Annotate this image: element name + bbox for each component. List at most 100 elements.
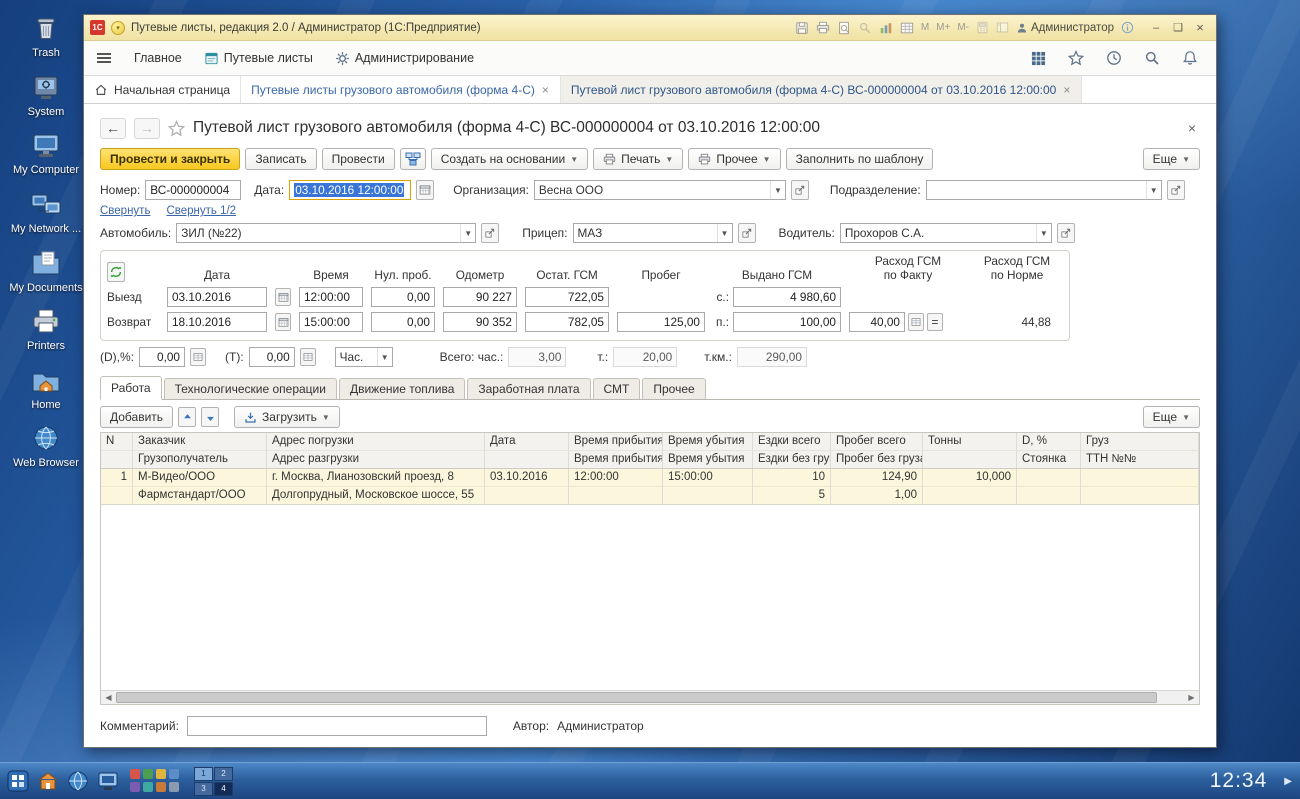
departure-calendar-button[interactable] [275,288,291,306]
close-tab-icon[interactable]: × [541,83,550,97]
number-field[interactable]: ВС-000000004 [145,180,241,200]
quick-launch-icon[interactable] [156,782,166,792]
menu-waybills[interactable]: Путевые листы [198,47,319,70]
desktop-icon-my-computer[interactable]: My Computer [4,131,88,177]
horizontal-scrollbar[interactable]: ◀ ▶ [101,690,1199,704]
quick-launch-icon[interactable] [143,782,153,792]
home-folder-icon[interactable] [36,769,60,793]
departure-fuel-rest-field[interactable]: 722,05 [525,287,609,307]
workspace-pager[interactable]: 1 2 3 4 [194,767,233,796]
minimize-button[interactable]: – [1146,19,1166,37]
desktop-icon-my-network[interactable]: My Network ... [4,190,88,236]
show-desktop-icon[interactable] [96,769,120,793]
main-menu-button[interactable]: ▾ [111,21,125,35]
departure-odometer-field[interactable]: 90 227 [443,287,517,307]
tab-fuel-movement[interactable]: Движение топлива [339,378,465,399]
close-document-icon[interactable]: × [1184,120,1200,136]
driver-open-button[interactable] [1057,223,1075,243]
print-preview-icon[interactable] [837,21,851,35]
tab-work[interactable]: Работа [100,376,162,400]
driver-field[interactable]: Прохоров С.А. ▼ [840,223,1052,243]
refresh-button[interactable] [107,262,125,282]
unit-select[interactable]: Час. ▼ [335,347,393,367]
menu-administration[interactable]: Администрирование [329,47,480,70]
print-menu-button[interactable]: Печать▼ [593,148,683,170]
post-and-close-button[interactable]: Провести и закрыть [100,148,240,170]
department-field[interactable]: ▼ [926,180,1162,200]
close-tab-icon[interactable]: × [1062,83,1071,97]
return-fuel-given-field[interactable]: 100,00 [733,312,841,332]
tab-smt[interactable]: СМТ [593,378,641,399]
work-more-button[interactable]: Еще▼ [1143,406,1200,428]
create-based-on-button[interactable]: Создать на основании▼ [431,148,588,170]
caret-down-icon[interactable]: ▼ [717,224,732,242]
chart-icon[interactable] [879,21,893,35]
date-field[interactable]: 03.10.2016 12:00:00 [289,180,411,200]
desktop-icon-web-browser[interactable]: Web Browser [4,424,88,470]
caret-down-icon[interactable]: ▼ [1036,224,1051,242]
tab-waybill-list[interactable]: Путевые листы грузового автомобиля (форм… [241,76,561,103]
tab-home-page[interactable]: Начальная страница [84,76,241,103]
quick-launch-icon[interactable] [169,769,179,779]
departure-date-field[interactable]: 03.10.2016 [167,287,267,307]
return-zero-run-field[interactable]: 0,00 [371,312,435,332]
quick-launch-cluster[interactable] [130,769,180,793]
coef-d-field[interactable]: 0,00 [139,347,185,367]
other-menu-button[interactable]: Прочее▼ [688,148,780,170]
collapse-half-link[interactable]: Свернуть 1/2 [166,205,236,217]
workspace-1[interactable]: 1 [194,767,213,781]
back-button[interactable]: ← [100,118,126,139]
coef-t-field[interactable]: 0,00 [249,347,295,367]
desktop-icon-my-documents[interactable]: My Documents [4,249,88,295]
window-titlebar[interactable]: 1С ▾ Путевые листы, редакция 2.0 / Админ… [84,15,1216,41]
scrollbar-thumb[interactable] [116,692,1157,703]
vehicle-open-button[interactable] [481,223,499,243]
print-icon[interactable] [816,21,830,35]
return-calendar-button[interactable] [275,313,291,331]
write-button[interactable]: Записать [245,148,316,170]
table-icon[interactable] [900,21,914,35]
consumption-fact-field[interactable]: 40,00 [849,312,905,332]
network-globe-icon[interactable] [66,769,90,793]
memory-mminus-button[interactable]: M- [957,22,969,33]
memory-m-button[interactable]: M [921,22,929,33]
history-icon[interactable] [1106,50,1122,66]
coef-t-table-button[interactable] [300,348,316,366]
notifications-bell-icon[interactable] [1182,50,1198,66]
current-user[interactable]: Администратор [1016,22,1114,34]
workspace-2[interactable]: 2 [214,767,233,781]
related-documents-button[interactable] [400,148,426,170]
quick-launch-icon[interactable] [130,782,140,792]
coef-d-table-button[interactable] [190,348,206,366]
menu-main[interactable]: Главное [128,47,188,69]
search-icon[interactable] [1144,50,1160,66]
quick-launch-icon[interactable] [156,769,166,779]
return-run-field[interactable]: 125,00 [617,312,705,332]
tab-other[interactable]: Прочее [642,378,705,399]
caret-down-icon[interactable]: ▼ [1146,181,1161,199]
desktop-icon-system[interactable]: System [4,73,88,119]
date-calendar-button[interactable] [416,180,434,200]
favorite-star-icon[interactable] [168,120,185,137]
desktop-icon-home[interactable]: Home [4,366,88,412]
favorites-star-icon[interactable] [1068,50,1084,66]
tab-salary[interactable]: Заработная плата [467,378,590,399]
forward-button[interactable]: → [134,118,160,139]
tab-waybill-document[interactable]: Путевой лист грузового автомобиля (форма… [561,76,1082,103]
caret-down-icon[interactable]: ▼ [460,224,475,242]
comment-field[interactable] [187,716,487,736]
workspace-3[interactable]: 3 [194,782,213,796]
desktop-icon-printers[interactable]: Printers [4,307,88,353]
fact-equals-button[interactable]: = [927,313,943,331]
load-button[interactable]: Загрузить▼ [234,406,340,428]
departure-zero-run-field[interactable]: 0,00 [371,287,435,307]
departure-time-field[interactable]: 12:00:00 [299,287,363,307]
return-date-field[interactable]: 18.10.2016 [167,312,267,332]
post-button[interactable]: Провести [322,148,395,170]
add-row-button[interactable]: Добавить [100,406,173,428]
scroll-left-icon[interactable]: ◀ [101,693,116,702]
move-down-button[interactable] [201,407,219,427]
return-odometer-field[interactable]: 90 352 [443,312,517,332]
organization-open-button[interactable] [791,180,809,200]
maximize-button[interactable]: ❑ [1168,19,1188,37]
